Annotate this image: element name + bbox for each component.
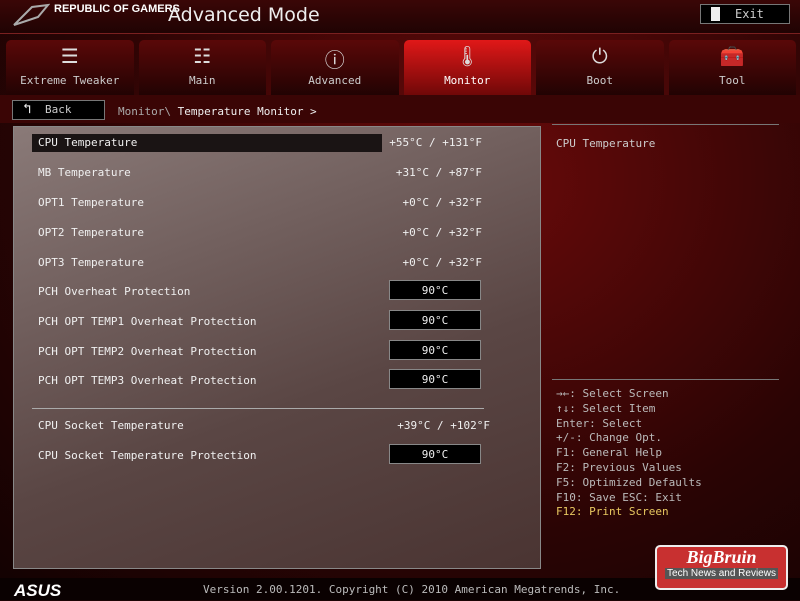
breadcrumb: Monitor\ Temperature Monitor > — [118, 105, 317, 118]
row-pch-overheat[interactable]: PCH Overheat Protection 90°C — [32, 280, 482, 301]
exit-door-icon — [711, 7, 720, 21]
back-arrow-icon: ↰ — [23, 101, 32, 117]
toolbox-icon: 🧰 — [719, 44, 745, 68]
row-cpu-socket-temperature: CPU Socket Temperature +39°C / +102°F — [38, 419, 490, 432]
row-pch-opt-temp2[interactable]: PCH OPT TEMP2 Overheat Protection 90°C — [32, 340, 482, 361]
header: REPUBLIC OF GAMERS Advanced Mode Exit — [0, 0, 800, 34]
row-mb-temperature: MB Temperature +31°C / +87°F — [38, 166, 482, 179]
cpu-socket-protection-select[interactable]: 90°C — [389, 444, 481, 464]
pch-opt-temp3-select[interactable]: 90°C — [389, 369, 481, 389]
version-text: Version 2.00.1201. Copyright (C) 2010 Am… — [203, 583, 621, 596]
row-cpu-temperature[interactable]: CPU Temperature +55°C / +131°F — [32, 134, 482, 152]
row-cpu-socket-protection[interactable]: CPU Socket Temperature Protection 90°C — [32, 444, 482, 465]
row-opt2-temperature: OPT2 Temperature +0°C / +32°F — [38, 226, 482, 239]
row-pch-opt-temp3[interactable]: PCH OPT TEMP3 Overheat Protection 90°C — [32, 369, 482, 390]
back-button[interactable]: ↰ Back — [12, 100, 105, 120]
thermometer-icon: 🌡 — [454, 44, 480, 68]
settings-panel: CPU Temperature +55°C / +131°F MB Tempera… — [13, 126, 541, 569]
row-opt1-temperature: OPT1 Temperature +0°C / +32°F — [38, 196, 482, 209]
power-icon: ⏻ — [591, 44, 608, 68]
asus-logo: ASUS — [14, 581, 62, 600]
row-pch-opt-temp1[interactable]: PCH OPT TEMP1 Overheat Protection 90°C — [32, 310, 482, 331]
tab-advanced[interactable]: ⓘ Advanced — [271, 40, 399, 95]
tab-extreme-tweaker[interactable]: ☰ Extreme Tweaker — [6, 40, 134, 95]
tab-tool[interactable]: 🧰 Tool — [668, 40, 796, 95]
rog-eye-icon — [13, 3, 50, 26]
watermark-logo: BigBruin Tech News and Reviews — [655, 545, 788, 590]
help-divider — [552, 124, 779, 125]
help-text: CPU Temperature — [556, 137, 656, 150]
keys-divider — [552, 379, 779, 380]
info-icon: ⓘ — [324, 48, 345, 72]
tweaker-icon: ☰ — [60, 44, 79, 68]
tab-boot[interactable]: ⏻ Boot — [536, 40, 664, 95]
tab-monitor[interactable]: 🌡 Monitor — [403, 40, 531, 95]
tab-main[interactable]: ☷ Main — [138, 40, 266, 95]
list-icon: ☷ — [193, 44, 212, 68]
pch-opt-temp1-select[interactable]: 90°C — [389, 310, 481, 330]
pch-opt-temp2-select[interactable]: 90°C — [389, 340, 481, 360]
pch-overheat-select[interactable]: 90°C — [389, 280, 481, 300]
rog-logo: REPUBLIC OF GAMERS — [12, 3, 180, 26]
exit-button[interactable]: Exit — [700, 4, 790, 24]
row-opt3-temperature: OPT3 Temperature +0°C / +32°F — [38, 256, 482, 269]
main-tabs: ☰ Extreme Tweaker ☷ Main ⓘ Advanced 🌡 Monito… — [6, 40, 796, 95]
divider — [32, 408, 484, 409]
key-legend: →←: Select Screen ↑↓: Select Item Enter: S… — [556, 387, 702, 519]
page-title: Advanced Mode — [168, 4, 320, 26]
